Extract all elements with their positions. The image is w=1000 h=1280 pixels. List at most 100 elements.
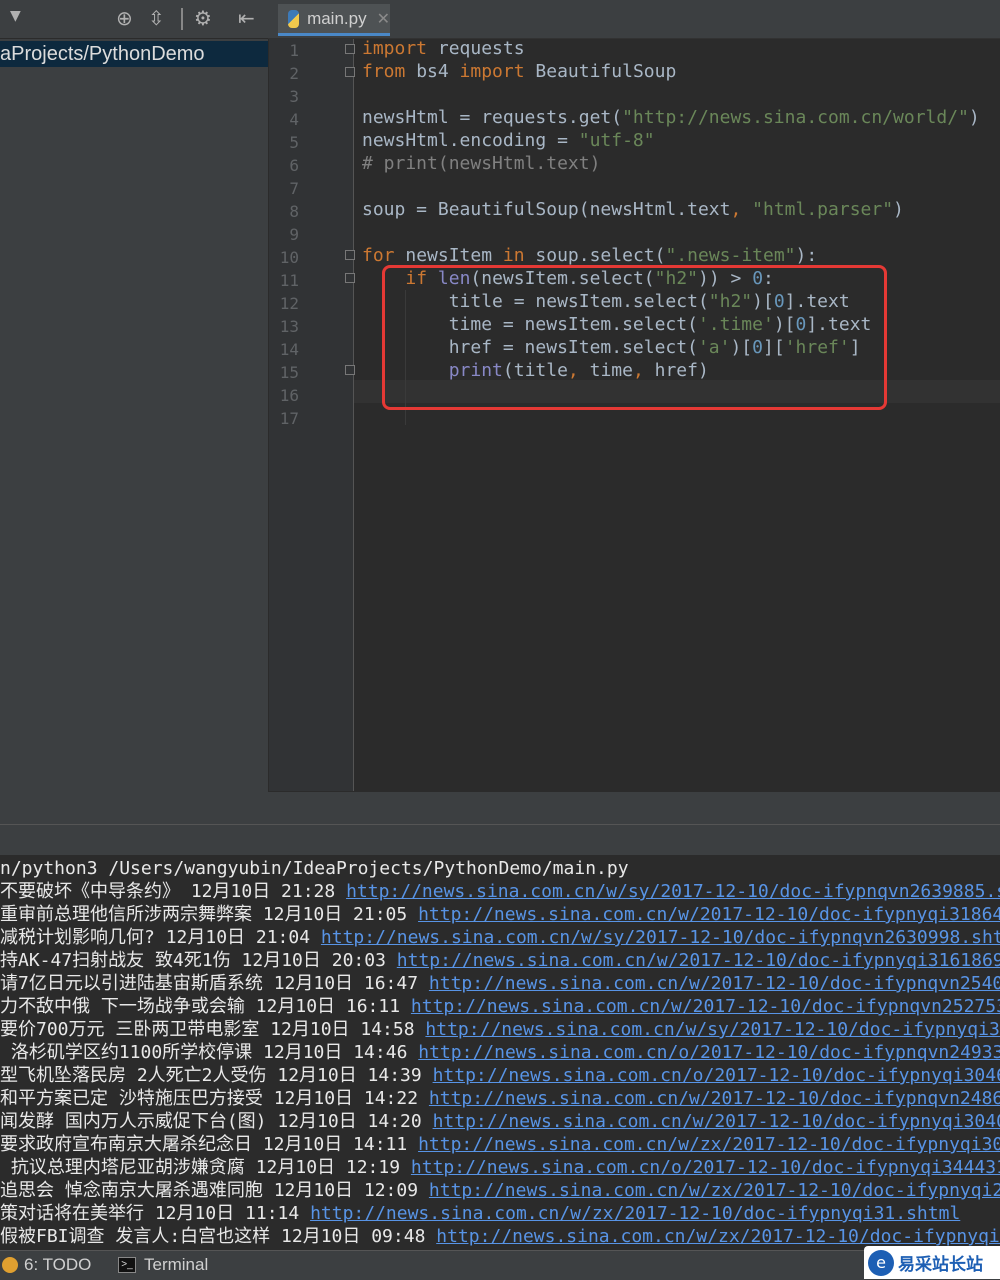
gear-icon[interactable]: ⚙	[194, 6, 212, 30]
console-output-line: 追思会 悼念南京大屠杀遇难同胞 12月10日 12:09 http://news…	[0, 1179, 1000, 1202]
news-title: 要价700万元 三卧两卫带电影室	[0, 1019, 260, 1040]
news-link[interactable]: http://news.sina.com.cn/o/2017-12-10/doc…	[433, 1065, 1000, 1086]
news-link[interactable]: http://news.sina.com.cn/w/sy/2017-12-10/…	[321, 927, 1000, 948]
news-time: 12月10日 14:20	[277, 1111, 422, 1132]
project-root-item[interactable]: aProjects/PythonDemo	[0, 41, 268, 67]
news-link[interactable]: http://news.sina.com.cn/w/zx/2017-12-10/…	[436, 1226, 1000, 1247]
console-output-line: 洛杉矶学区约1100所学校停课 12月10日 14:46 http://news…	[0, 1041, 1000, 1064]
news-time: 12月10日 14:46	[263, 1042, 408, 1063]
tab-main-py[interactable]: main.py ✕	[278, 4, 390, 36]
console-output-line: 和平方案已定 沙特施压巴方接受 12月10日 14:22 http://news…	[0, 1087, 1000, 1110]
todo-icon	[2, 1257, 18, 1273]
line-number: 9	[289, 225, 299, 244]
project-toolbar: ▼ ⊕ ⇳ ⚙ ⇤	[0, 0, 268, 39]
tab-label: main.py	[307, 8, 367, 28]
console-output-line: 请7亿日元以引进陆基宙斯盾系统 12月10日 16:47 http://news…	[0, 972, 1000, 995]
news-time: 12月10日 12:19	[255, 1157, 401, 1178]
line-number: 16	[279, 386, 299, 405]
news-link[interactable]: http://news.sina.com.cn/w/2017-12-10/doc…	[397, 950, 1000, 971]
news-title: 闻发酵 国内万人示威促下台(图)	[0, 1111, 267, 1132]
watermark-logo-icon: e	[868, 1249, 894, 1276]
run-console[interactable]: n/python3 /Users/wangyubin/IdeaProjects/…	[0, 855, 1000, 1249]
code-line: from bs4 import BeautifulSoup	[362, 61, 677, 82]
code-line: # print(newsHtml.text)	[362, 153, 601, 174]
news-link[interactable]: http://news.sina.com.cn/w/2017-12-10/doc…	[429, 973, 1000, 994]
news-title: 要求政府宣布南京大屠杀纪念日	[0, 1134, 252, 1155]
line-number: 17	[279, 409, 299, 428]
close-tab-icon[interactable]: ✕	[377, 9, 390, 29]
line-number: 4	[289, 110, 299, 129]
locate-icon[interactable]: ⊕	[116, 6, 133, 30]
console-output-line: 策对话将在美举行 12月10日 11:14 http://news.sina.c…	[0, 1202, 960, 1225]
news-title: 洛杉矶学区约1100所学校停课	[0, 1042, 253, 1063]
news-link[interactable]: http://news.sina.com.cn/w/zx/2017-12-10/…	[429, 1180, 1000, 1201]
console-output-line: 力不敌中俄 下一场战争或会输 12月10日 16:11 http://news.…	[0, 995, 1000, 1018]
news-title: 假被FBI调查 发言人:白宫也这样	[0, 1226, 271, 1247]
console-output-line: 要求政府宣布南京大屠杀纪念日 12月10日 14:11 http://news.…	[0, 1133, 1000, 1156]
fold-marker-icon[interactable]	[345, 273, 355, 283]
tree-footer	[0, 792, 268, 824]
news-time: 12月10日 14:39	[277, 1065, 422, 1086]
news-title: 追思会 悼念南京大屠杀遇难同胞	[0, 1180, 263, 1201]
line-number: 14	[279, 340, 299, 359]
dropdown-arrow-icon[interactable]: ▼	[10, 8, 21, 24]
site-watermark: e 易采站长站	[864, 1246, 1000, 1279]
news-title: 型飞机坠落民房 2人死亡2人受伤	[0, 1065, 267, 1086]
code-line: newsHtml = requests.get("http://news.sin…	[362, 107, 980, 128]
news-link[interactable]: http://news.sina.com.cn/w/2017-12-10/doc…	[418, 904, 1000, 925]
news-link[interactable]: http://news.sina.com.cn/w/sy/2017-12-10/…	[425, 1019, 1000, 1040]
console-output-line: 抗议总理内塔尼亚胡涉嫌贪腐 12月10日 12:19 http://news.s…	[0, 1156, 1000, 1179]
news-title: 减税计划影响几何?	[0, 927, 155, 948]
toolbar-divider	[181, 8, 183, 30]
news-link[interactable]: http://news.sina.com.cn/w/zx/2017-12-10/…	[310, 1203, 960, 1224]
line-number: 2	[289, 64, 299, 83]
news-link[interactable]: http://news.sina.com.cn/w/2017-12-10/doc…	[429, 1088, 1000, 1109]
news-time: 12月10日 21:04	[165, 927, 311, 948]
news-time: 12月10日 11:14	[154, 1203, 300, 1224]
news-link[interactable]: http://news.sina.com.cn/w/2017-12-10/doc…	[433, 1111, 1000, 1132]
fold-marker-icon[interactable]	[345, 67, 355, 77]
fold-marker-icon[interactable]	[345, 250, 355, 260]
news-link[interactable]: http://news.sina.com.cn/w/2017-12-10/doc…	[411, 996, 1000, 1017]
news-title: 持AK-47扫射战友 致4死1伤	[0, 950, 231, 971]
console-output-line: 不要破坏《中导条约》 12月10日 21:28 http://news.sina…	[0, 880, 1000, 903]
fold-marker-icon[interactable]	[345, 365, 355, 375]
news-time: 12月10日 14:22	[273, 1088, 419, 1109]
todo-tool-button[interactable]: 6: TODO	[2, 1255, 91, 1275]
news-time: 12月10日 21:28	[190, 881, 336, 902]
console-output-line: 持AK-47扫射战友 致4死1伤 12月10日 20:03 http://new…	[0, 949, 1000, 972]
line-number: 5	[289, 133, 299, 152]
news-time: 12月10日 20:03	[241, 950, 386, 971]
news-link[interactable]: http://news.sina.com.cn/w/sy/2017-12-10/…	[346, 881, 1000, 902]
run-panel-header	[0, 824, 1000, 855]
code-line: for newsItem in soup.select(".news-item"…	[362, 245, 818, 266]
python-file-icon	[288, 9, 300, 28]
news-link[interactable]: http://news.sina.com.cn/o/2017-12-10/doc…	[411, 1157, 1000, 1178]
line-number: 3	[289, 87, 299, 106]
line-number: 8	[289, 202, 299, 221]
news-link[interactable]: http://news.sina.com.cn/w/zx/2017-12-10/…	[418, 1134, 1000, 1155]
line-number: 13	[279, 317, 299, 336]
code-line: newsHtml.encoding = "utf-8"	[362, 130, 655, 151]
highlight-box	[382, 265, 887, 410]
code-editor[interactable]	[354, 39, 1000, 791]
terminal-tool-button[interactable]: >_ Terminal	[118, 1255, 208, 1275]
line-number: 1	[289, 41, 299, 60]
news-time: 12月10日 12:09	[273, 1180, 419, 1201]
news-time: 12月10日 14:11	[262, 1134, 408, 1155]
editor-footer	[268, 792, 1000, 824]
line-number: 7	[289, 179, 299, 198]
news-time: 12月10日 14:58	[270, 1019, 415, 1040]
collapse-all-icon[interactable]: ⇳	[148, 6, 165, 30]
terminal-icon: >_	[118, 1257, 136, 1273]
fold-marker-icon[interactable]	[345, 44, 355, 54]
code-line: import requests	[362, 38, 525, 59]
line-number: 6	[289, 156, 299, 175]
status-bar: 6: TODO >_ Terminal	[0, 1250, 1000, 1280]
news-link[interactable]: http://news.sina.com.cn/o/2017-12-10/doc…	[418, 1042, 1000, 1063]
console-output-line: 减税计划影响几何? 12月10日 21:04 http://news.sina.…	[0, 926, 1000, 949]
line-number: 11	[279, 271, 299, 290]
news-title: 请7亿日元以引进陆基宙斯盾系统	[0, 973, 263, 994]
hide-panel-icon[interactable]: ⇤	[238, 6, 255, 30]
console-output-line: 型飞机坠落民房 2人死亡2人受伤 12月10日 14:39 http://new…	[0, 1064, 1000, 1087]
